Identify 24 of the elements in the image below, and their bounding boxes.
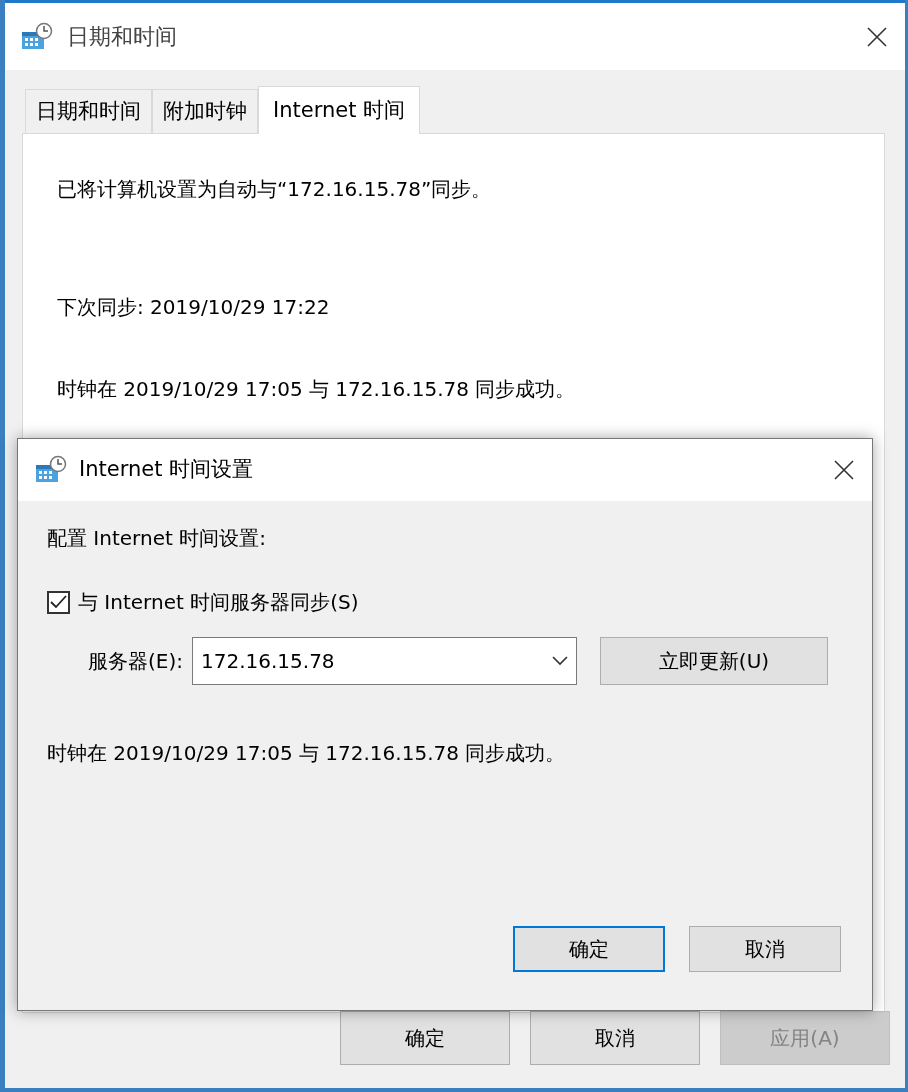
sync-status-text: 时钟在 2019/10/29 17:05 与 172.16.15.78 同步成功。 [47, 740, 567, 767]
dialog-title: Internet 时间设置 [79, 456, 254, 484]
sync-setting-text: 已将计算机设置为自动与“172.16.15.78”同步。 [57, 176, 493, 203]
chevron-down-icon [552, 656, 568, 666]
ok-button[interactable]: 确定 [340, 1011, 510, 1065]
calendar-clock-icon [21, 21, 53, 52]
checkbox-label: 与 Internet 时间服务器同步(S) [78, 589, 359, 616]
server-dropdown[interactable]: 172.16.15.78 [192, 637, 577, 685]
calendar-clock-icon [35, 455, 67, 485]
tab[interactable]: 日期和时间 [25, 89, 152, 133]
sync-status-text: 时钟在 2019/10/29 17:05 与 172.16.15.78 同步成功。 [57, 376, 577, 403]
ok-button[interactable]: 确定 [513, 926, 665, 972]
cancel-button[interactable]: 取消 [689, 926, 841, 972]
server-label: 服务器(E): [88, 648, 183, 675]
tab[interactable]: 附加时钟 [152, 89, 258, 133]
tab[interactable]: Internet 时间 [258, 86, 421, 134]
sync-checkbox[interactable] [47, 590, 70, 614]
window-title: 日期和时间 [67, 23, 177, 51]
close-icon[interactable] [867, 26, 887, 47]
dialog-heading: 配置 Internet 时间设置: [47, 525, 267, 552]
close-icon[interactable] [834, 460, 854, 480]
cancel-button[interactable]: 取消 [530, 1011, 700, 1065]
next-sync-text: 下次同步: 2019/10/29 17:22 [57, 294, 331, 321]
update-now-button[interactable]: 立即更新(U) [600, 637, 828, 685]
